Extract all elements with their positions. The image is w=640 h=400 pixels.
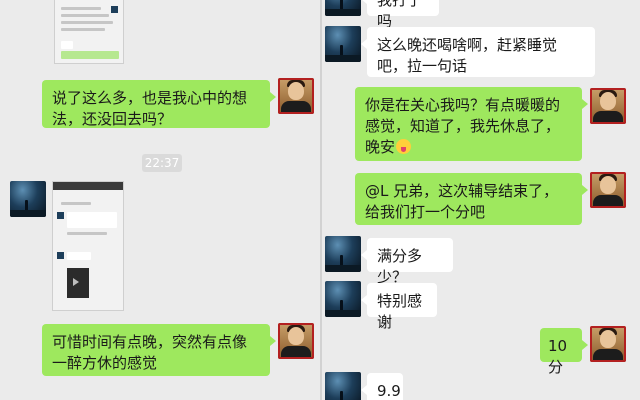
user-avatar-self[interactable] [278, 78, 314, 114]
user-avatar-self[interactable] [590, 172, 626, 208]
message-text: 10分 [548, 337, 568, 376]
contact-avatar[interactable] [10, 181, 46, 217]
contact-avatar[interactable] [325, 281, 361, 317]
message-text: 9.9 [377, 382, 401, 400]
message-bubble-ten-points[interactable]: 10分 [540, 328, 588, 376]
message-text: @L 兄弟，这次辅导结束了，给我们打一个分吧 [365, 182, 559, 221]
message-bubble-thanks[interactable]: 特别感谢 [361, 283, 437, 331]
user-avatar-self[interactable] [590, 326, 626, 362]
message-bubble-nine-point-nine[interactable]: 9.9 [361, 373, 403, 400]
right-chat-panel: 我打了吗 这么晚还喝啥啊，赶紧睡觉吧，拉一句话 你是在关心我吗？有点暖暖的感觉，… [322, 0, 640, 400]
message-text: 你是在关心我吗？有点暖暖的感觉，知道了，我先休息了，晚安 [365, 96, 561, 156]
message-bubble-typed[interactable]: 我打了吗 [361, 0, 439, 30]
message-text: 这么晚还喝啥啊，赶紧睡觉吧，拉一句话 [377, 36, 558, 75]
message-text: 可惜时间有点晚，突然有点像一醉方休的感觉 [52, 333, 248, 372]
message-text: 我打了吗 [377, 0, 423, 30]
grinning-tongue-icon [396, 139, 412, 154]
contact-avatar[interactable] [325, 26, 361, 62]
message-bubble-rating-request[interactable]: @L 兄弟，这次辅导结束了，给我们打一个分吧 [355, 173, 588, 225]
chat-screenshot-image[interactable] [52, 181, 124, 311]
left-chat-panel: 说了这么多，也是我心中的想法，还没回去吗？ 22:37 可惜时间有点晚，突然有点… [0, 0, 320, 400]
timestamp-label: 22:37 [142, 154, 182, 172]
message-text: 满分多少？ [377, 247, 423, 286]
contact-avatar[interactable] [325, 236, 361, 272]
message-bubble-sleep[interactable]: 这么晚还喝啥啊，赶紧睡觉吧，拉一句话 [361, 27, 595, 77]
contact-avatar[interactable] [325, 0, 361, 16]
top-screenshot-image[interactable] [54, 0, 124, 64]
user-avatar-self[interactable] [278, 323, 314, 359]
message-text: 说了这么多，也是我心中的想法，还没回去吗？ [52, 89, 248, 128]
message-bubble-goodnight[interactable]: 你是在关心我吗？有点暖暖的感觉，知道了，我先休息了，晚安 [355, 87, 588, 161]
message-bubble-full-score[interactable]: 满分多少？ [361, 238, 453, 286]
message-text: 特别感谢 [377, 292, 423, 331]
user-avatar-self[interactable] [590, 88, 626, 124]
message-bubble-mind[interactable]: 说了这么多，也是我心中的想法，还没回去吗？ [42, 80, 276, 128]
contact-avatar[interactable] [325, 372, 361, 400]
message-bubble-late[interactable]: 可惜时间有点晚，突然有点像一醉方休的感觉 [42, 324, 276, 376]
